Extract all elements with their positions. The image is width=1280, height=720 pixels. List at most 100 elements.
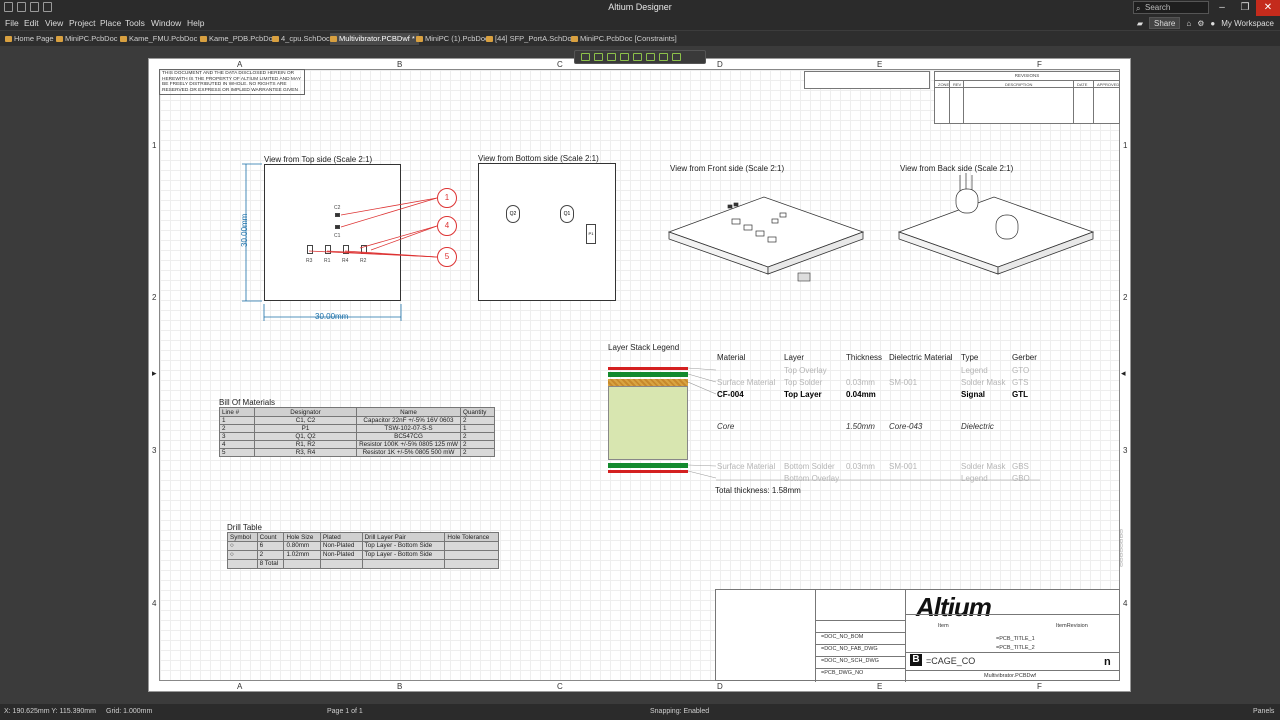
page-indicator: Page 1 of 1 <box>327 708 363 715</box>
drawing-sheet[interactable]: A B C D E F A B C D E F 1 2 3 4 1 2 3 4 … <box>148 58 1131 692</box>
back-view-3d[interactable] <box>894 167 1099 287</box>
stack-cell-layer: Bottom Solder <box>784 462 835 471</box>
stack-cell-type: Dielectric <box>961 422 994 431</box>
menu-place[interactable]: Place <box>100 18 121 28</box>
pcb-title-2: =PCB_TITLE_2 <box>996 645 1035 651</box>
drill-cell <box>444 559 499 569</box>
drawing-canvas[interactable]: A B C D E F A B C D E F 1 2 3 4 1 2 3 4 … <box>0 46 1280 704</box>
bom-cell: Resistor 1K +/-5% 0805 500 mW <box>356 448 461 457</box>
bom-header: Designator <box>254 407 357 417</box>
drill-cell <box>444 550 499 560</box>
swatch-bottom-solder <box>608 463 688 468</box>
stack-cell-gerber: GBO <box>1012 474 1030 483</box>
notifications-icon[interactable]: ▰ <box>1137 19 1143 28</box>
drill-header: Count <box>256 532 285 542</box>
tab-multivibrator[interactable]: Multivibrator.PCBDwf * <box>330 33 419 45</box>
bom-cell: 2 <box>219 424 255 433</box>
tab-label: Multivibrator.PCBDwf * <box>339 34 415 43</box>
gear-icon[interactable]: ⚙ <box>1197 19 1204 28</box>
tab-kame-pdb[interactable]: Kame_PDB.PcbDoc <box>200 33 277 45</box>
select-icon[interactable] <box>581 53 590 61</box>
altium-logo: Altium <box>916 592 992 622</box>
table-row[interactable]: 2 P1 TSW-102-07-S-S 1 <box>219 424 495 433</box>
menu-project[interactable]: Project <box>69 18 95 28</box>
menu-file[interactable]: File <box>5 18 19 28</box>
sheet-size-badge: B <box>910 654 922 666</box>
table-row[interactable]: 3 Q1, Q2 BC547CG 2 <box>219 432 495 441</box>
document-tab-bar: Home Page MiniPC.PcbDoc * Kame_FMU.PcbDo… <box>0 31 1280 46</box>
window-title: Altium Designer <box>608 2 672 12</box>
stack-cell-type: Signal <box>961 390 986 399</box>
bottom-view-board[interactable]: Q2 Q1 P1 <box>478 163 616 301</box>
menu-right-group: ▰ Share ⌂ ⚙ ● My Workspace <box>1137 17 1274 29</box>
doc-no-fab: =DOC_NO_FAB_DWG <box>821 646 878 652</box>
pcb-dwg-no: =PCB_DWG_NO <box>821 670 864 676</box>
tab-home-page[interactable]: Home Page <box>5 33 54 45</box>
table-row[interactable]: ○ 6 0.80mm Non-Plated Top Layer - Bottom Sid… <box>227 541 499 551</box>
callout-4[interactable]: 4 <box>437 216 457 236</box>
bom-table[interactable]: Line # Designator Name Quantity 1 C1, C2 C… <box>219 407 495 457</box>
callout-5[interactable]: 5 <box>437 247 457 267</box>
stack-cell-gerber: GTL <box>1012 390 1028 399</box>
bom-header: Quantity <box>460 407 495 417</box>
drill-table[interactable]: Symbol Count Hole Size Plated Drill Laye… <box>227 532 499 569</box>
drill-cell: 2 <box>256 550 285 560</box>
close-button[interactable]: ✕ <box>1256 0 1280 16</box>
bom-cell: 1 <box>460 424 495 433</box>
swatch-top-overlay <box>608 367 688 370</box>
arc-icon[interactable] <box>672 53 681 61</box>
drill-header: Symbol <box>227 532 258 542</box>
maximize-button[interactable]: ❐ <box>1233 0 1257 16</box>
item-revision-label: ItemRevision <box>1056 623 1088 629</box>
table-row[interactable]: 8 Total <box>227 559 499 569</box>
stack-cell-thickness: 0.03mm <box>846 462 875 471</box>
tab-label: Kame_FMU.PcbDoc * <box>129 34 203 43</box>
drill-header: Hole Tolerance <box>444 532 499 542</box>
tab-cpu-schdoc[interactable]: 4_cpu.SchDoc <box>272 33 330 45</box>
user-icon[interactable]: ● <box>1210 19 1215 28</box>
drill-symbol: ○ <box>227 550 258 560</box>
home-icon[interactable]: ⌂ <box>1186 19 1191 28</box>
share-button[interactable]: Share <box>1149 17 1181 29</box>
tab-minipc-1[interactable]: MiniPC (1).PcbDoc <box>416 33 489 45</box>
doc-no-bom: =DOC_NO_BOM <box>821 634 864 640</box>
stack-cell-material: Surface Material <box>717 378 776 387</box>
minimize-button[interactable]: – <box>1210 0 1234 16</box>
front-view-3d[interactable] <box>664 177 869 287</box>
stack-cell-type: Solder Mask <box>961 462 1006 471</box>
revision-letter: n <box>1104 656 1111 668</box>
component-p1[interactable]: P1 <box>586 224 596 244</box>
drill-cell <box>361 559 446 569</box>
stack-cell-type: Legend <box>961 366 988 375</box>
menu-window[interactable]: Window <box>151 18 181 28</box>
panels-button[interactable]: Panels <box>1253 708 1274 715</box>
grid-icon[interactable] <box>646 53 655 61</box>
table-row[interactable]: ○ 2 1.02mm Non-Plated Top Layer - Bottom Sid… <box>227 550 499 560</box>
tab-label: MiniPC.PcbDoc * <box>65 34 123 43</box>
tab-kame-fmu[interactable]: Kame_FMU.PcbDoc * <box>120 33 202 45</box>
menu-edit[interactable]: Edit <box>24 18 39 28</box>
line-icon[interactable] <box>659 53 668 61</box>
stack-cell-material: Surface Material <box>717 462 776 471</box>
callout-1[interactable]: 1 <box>437 188 457 208</box>
table-row[interactable]: 1 C1, C2 Capacitor 22nF +/-5% 16V 0603 2 <box>219 416 495 425</box>
pen-icon[interactable] <box>594 53 603 61</box>
search-input[interactable]: ⌕ Search <box>1133 1 1209 14</box>
tab-sfp-porta[interactable]: [44] SFP_PortA.SchDoc <box>486 33 575 45</box>
menu-tools[interactable]: Tools <box>125 18 145 28</box>
snapping-status[interactable]: Snapping: Enabled <box>650 708 709 715</box>
table-icon[interactable] <box>633 53 642 61</box>
swatch-core <box>608 386 688 460</box>
tab-minipc-constraints[interactable]: MiniPC.PcbDoc [Constraints] <box>571 33 677 45</box>
menu-view[interactable]: View <box>45 18 63 28</box>
menu-help[interactable]: Help <box>187 18 204 28</box>
table-row[interactable]: 5 R3, R4 Resistor 1K +/-5% 0805 500 mW 2 <box>219 448 495 457</box>
tab-minipc-pcbdoc[interactable]: MiniPC.PcbDoc * <box>56 33 123 45</box>
text-icon[interactable] <box>607 53 616 61</box>
table-row[interactable]: 4 R1, R2 Resistor 100K +/-5% 0805 125 mW 2 <box>219 440 495 449</box>
dimension-icon[interactable] <box>620 53 629 61</box>
title-bar: Altium Designer ⌕ Search – ❐ ✕ <box>0 0 1280 16</box>
component-q1[interactable]: Q1 <box>560 205 574 223</box>
workspace-button[interactable]: My Workspace <box>1221 19 1274 28</box>
component-q2[interactable]: Q2 <box>506 205 520 223</box>
